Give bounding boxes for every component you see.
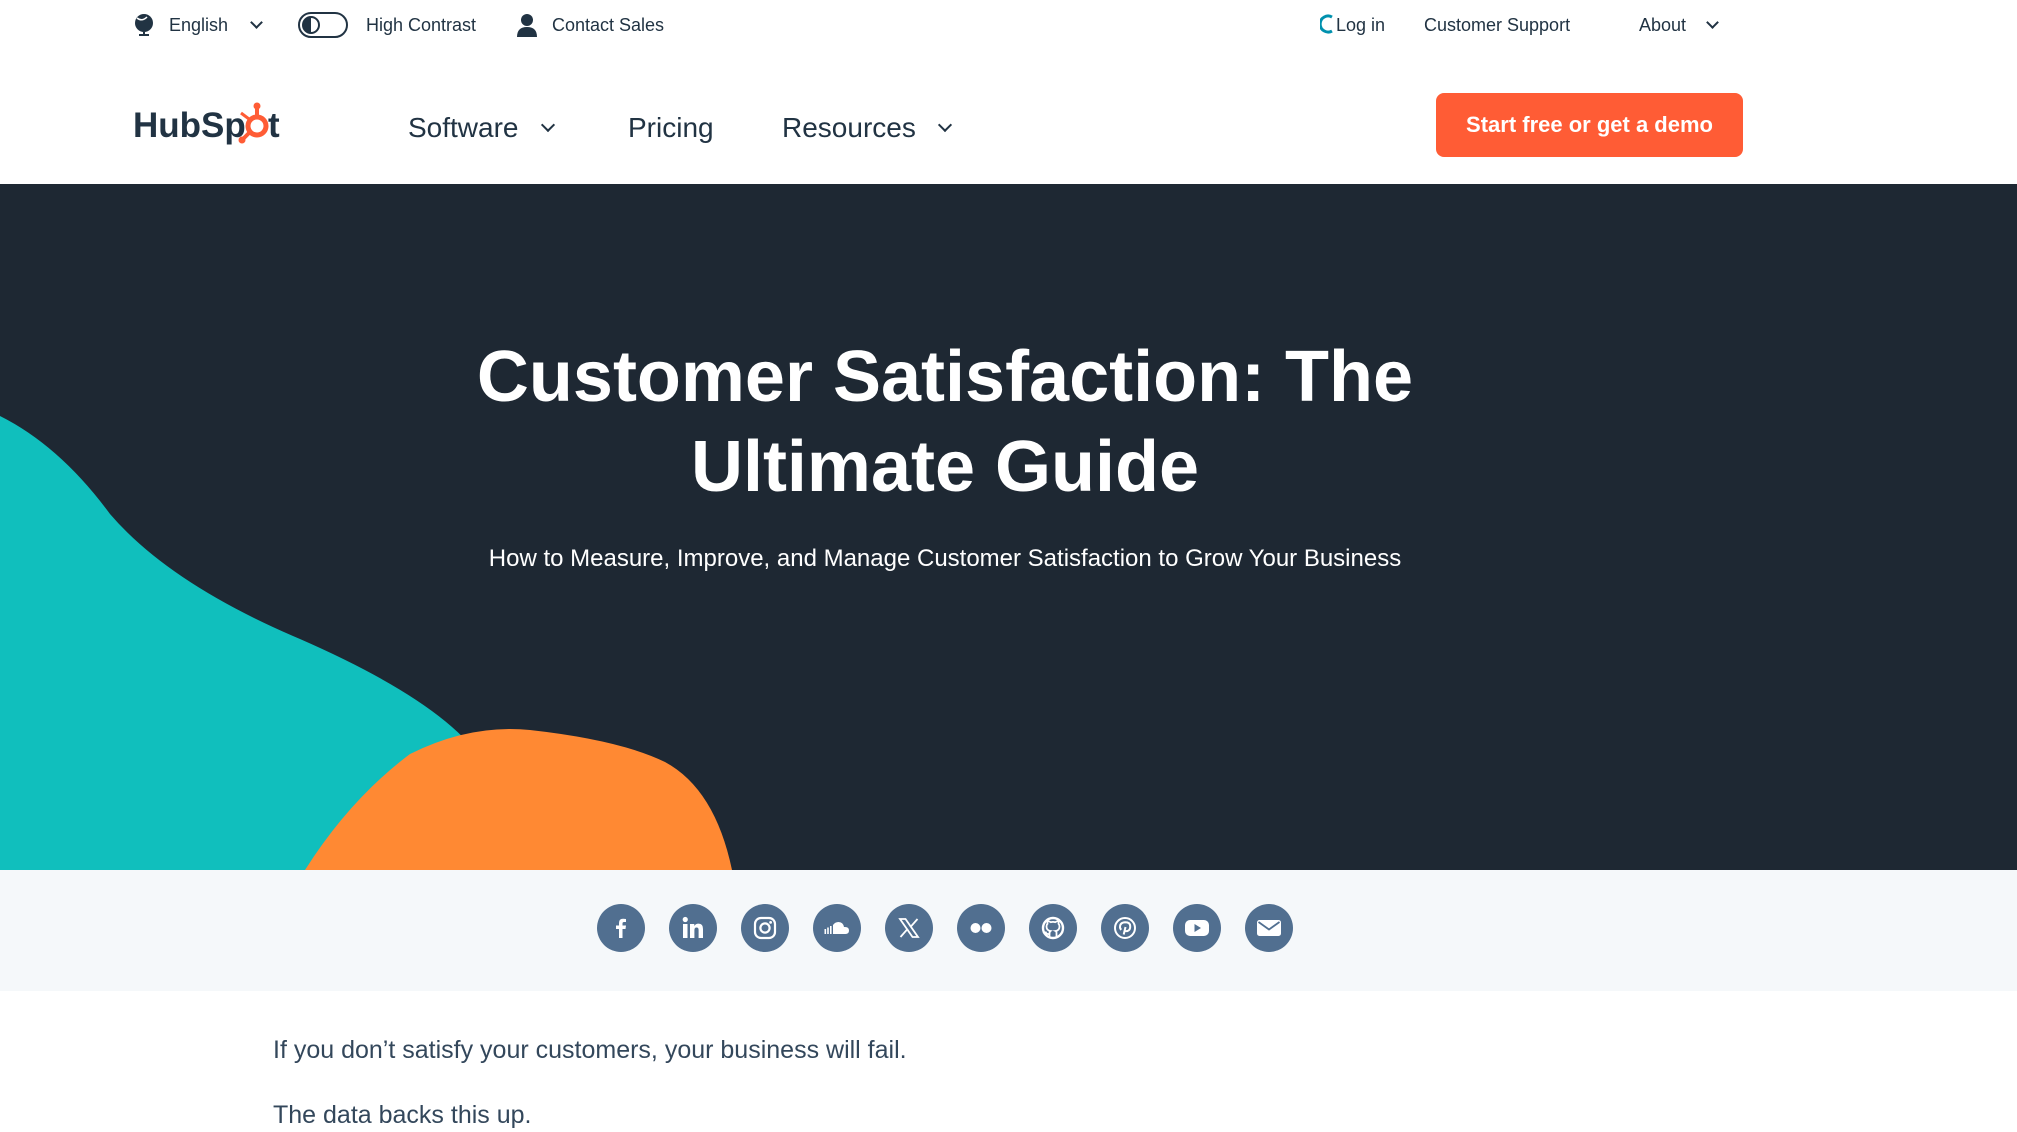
high-contrast-toggle[interactable]: High Contrast (298, 0, 476, 50)
nav-software[interactable]: Software (408, 65, 555, 190)
page-subtitle: How to Measure, Improve, and Manage Cust… (488, 545, 1402, 572)
login-label: Log in (1336, 14, 1386, 35)
person-icon (516, 13, 538, 37)
nav-resources[interactable]: Resources (782, 65, 952, 190)
email-icon[interactable] (1245, 904, 1293, 952)
decorative-blobs (0, 416, 732, 870)
facebook-icon[interactable] (597, 904, 645, 952)
github-icon[interactable] (1029, 904, 1077, 952)
nav-resources-label: Resources (782, 111, 916, 143)
pinterest-icon[interactable] (1101, 904, 1149, 952)
svg-text:HubSp: HubSp (133, 106, 246, 145)
svg-text:t: t (268, 106, 280, 145)
x-icon[interactable] (885, 904, 933, 952)
chevron-down-icon (540, 117, 555, 133)
login-icon (1320, 13, 1334, 37)
customer-support-label: Customer Support (1424, 14, 1571, 35)
customer-support-link[interactable]: Customer Support (1424, 0, 1570, 50)
linkedin-icon[interactable] (669, 904, 717, 952)
about-label: About (1639, 14, 1687, 35)
contact-sales-link[interactable]: Contact Sales (516, 0, 664, 50)
article-paragraph: The data backs this up. (273, 1101, 532, 1129)
youtube-icon[interactable] (1173, 904, 1221, 952)
page-title: Customer Satisfaction: The Ultimate Guid… (0, 332, 1890, 512)
article-paragraph: If you don’t satisfy your customers, you… (273, 1036, 907, 1064)
hubspot-logo-icon: HubSp t (133, 102, 280, 145)
utility-bar: English High Contrast Contact Sales Log … (0, 0, 2017, 50)
language-label: English (169, 14, 229, 35)
chevron-down-icon (937, 117, 952, 133)
hubspot-logo[interactable]: HubSp t (133, 101, 285, 154)
globe-icon (133, 13, 155, 37)
flickr-icon[interactable] (957, 904, 1005, 952)
nav-pricing[interactable]: Pricing (628, 65, 714, 190)
contact-sales-label: Contact Sales (552, 14, 665, 35)
social-share-bar (0, 870, 2017, 991)
start-free-demo-button[interactable]: Start free or get a demo (1436, 93, 1743, 157)
soundcloud-icon[interactable] (813, 904, 861, 952)
chevron-down-icon (250, 16, 263, 29)
about-menu[interactable]: About (1639, 0, 1719, 50)
nav-pricing-label: Pricing (628, 111, 714, 143)
instagram-icon[interactable] (741, 904, 789, 952)
toggle-switch-icon (298, 12, 348, 38)
chevron-down-icon (1706, 16, 1719, 29)
login-link[interactable]: Log in (1320, 0, 1385, 50)
high-contrast-label: High Contrast (366, 14, 477, 35)
nav-software-label: Software (408, 111, 519, 143)
language-selector[interactable]: English (133, 0, 263, 50)
page-title-line-2: Ultimate Guide (690, 427, 1200, 507)
page-title-line-1: Customer Satisfaction: The (476, 337, 1414, 417)
hero-section: Customer Satisfaction: The Ultimate Guid… (0, 184, 2017, 870)
